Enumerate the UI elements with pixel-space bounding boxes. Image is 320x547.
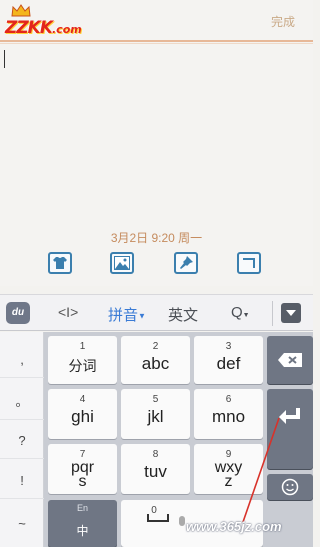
corner-tool-button[interactable] bbox=[237, 252, 261, 274]
pin-icon bbox=[180, 256, 193, 269]
backspace-icon bbox=[278, 353, 302, 367]
key-label: tuv bbox=[144, 462, 167, 481]
cursor-control-icon[interactable]: <I> bbox=[58, 304, 78, 320]
symbol-key[interactable]: ! bbox=[0, 463, 44, 499]
pin-tool-button[interactable] bbox=[174, 252, 198, 274]
key-1[interactable]: 1 分词 bbox=[48, 336, 117, 384]
crown-icon bbox=[11, 4, 31, 17]
key-label: wxy z bbox=[214, 459, 243, 490]
microphone-icon bbox=[179, 516, 185, 526]
symbol-key[interactable]: , bbox=[0, 342, 44, 378]
key-label: pqr s bbox=[70, 459, 95, 490]
ime-toolbar: du <I> 拼音▼ 英文 Q▼ bbox=[0, 294, 313, 331]
note-toolbar bbox=[0, 252, 313, 276]
emoji-icon bbox=[281, 478, 299, 496]
key-label: ghi bbox=[71, 407, 94, 426]
key-number: 1 bbox=[79, 341, 86, 352]
search-icon[interactable]: Q▼ bbox=[231, 304, 250, 321]
key-label: 分词 bbox=[68, 358, 97, 374]
ime-logo-button[interactable]: du bbox=[6, 302, 30, 324]
key-label: def bbox=[216, 354, 241, 373]
done-button[interactable]: 完成 bbox=[271, 13, 295, 30]
english-mode-tab[interactable]: 英文 bbox=[168, 304, 198, 325]
pinyin-mode-tab[interactable]: 拼音▼ bbox=[108, 304, 146, 325]
shirt-tool-button[interactable] bbox=[48, 252, 72, 274]
note-date: 3月2日 9:20 周一 bbox=[110, 231, 203, 245]
key-number: 8 bbox=[152, 449, 159, 460]
shirt-icon bbox=[53, 257, 67, 269]
logo-text: ZZKK.com bbox=[5, 18, 82, 38]
language-primary-label: 中 bbox=[76, 524, 89, 538]
enter-key[interactable] bbox=[267, 389, 313, 469]
header-divider bbox=[0, 40, 313, 42]
key-7[interactable]: 7 pqr s bbox=[48, 444, 117, 494]
header-divider-secondary bbox=[0, 43, 313, 44]
symbol-key[interactable]: ? bbox=[0, 423, 44, 459]
space-icon bbox=[147, 514, 169, 522]
key-number: 5 bbox=[152, 394, 159, 405]
symbol-key[interactable]: ~ bbox=[0, 506, 44, 542]
symbol-column[interactable]: , 。 ? ! ~ bbox=[0, 332, 44, 547]
key-number: 4 bbox=[79, 394, 86, 405]
key-2[interactable]: 2 abc bbox=[121, 336, 190, 384]
key-8[interactable]: 8 tuv bbox=[121, 444, 190, 494]
toolbar-divider bbox=[272, 301, 273, 326]
key-label: abc bbox=[141, 354, 170, 373]
key-9[interactable]: 9 wxy z bbox=[194, 444, 263, 494]
key-6[interactable]: 6 mno bbox=[194, 389, 263, 439]
key-5[interactable]: 5 jkl bbox=[121, 389, 190, 439]
key-label: jkl bbox=[147, 407, 164, 426]
corner-arrow-icon bbox=[243, 258, 255, 268]
key-4[interactable]: 4 ghi bbox=[48, 389, 117, 439]
text-cursor[interactable] bbox=[4, 50, 5, 68]
note-editor: ZZKK.com 完成 3月2日 9:20 周一 bbox=[0, 0, 313, 286]
key-number: 6 bbox=[225, 394, 232, 405]
key-number: 3 bbox=[225, 341, 232, 352]
hide-keyboard-icon[interactable] bbox=[281, 303, 301, 323]
key-3[interactable]: 3 def bbox=[194, 336, 263, 384]
image-tool-button[interactable] bbox=[110, 252, 134, 274]
key-label: mno bbox=[211, 407, 246, 426]
backspace-key[interactable] bbox=[267, 336, 313, 384]
emoji-key[interactable] bbox=[267, 474, 313, 500]
image-icon bbox=[114, 256, 130, 270]
site-logo: ZZKK.com bbox=[3, 4, 95, 44]
symbol-key[interactable]: 。 bbox=[0, 384, 44, 420]
keyboard: , 。 ? ! ~ 1 分词 2 abc 3 def 4 ghi 5 jkl 6… bbox=[0, 332, 313, 547]
key-number: 2 bbox=[152, 341, 159, 352]
watermark: www.365jz.com bbox=[186, 519, 282, 534]
enter-icon bbox=[279, 408, 300, 424]
